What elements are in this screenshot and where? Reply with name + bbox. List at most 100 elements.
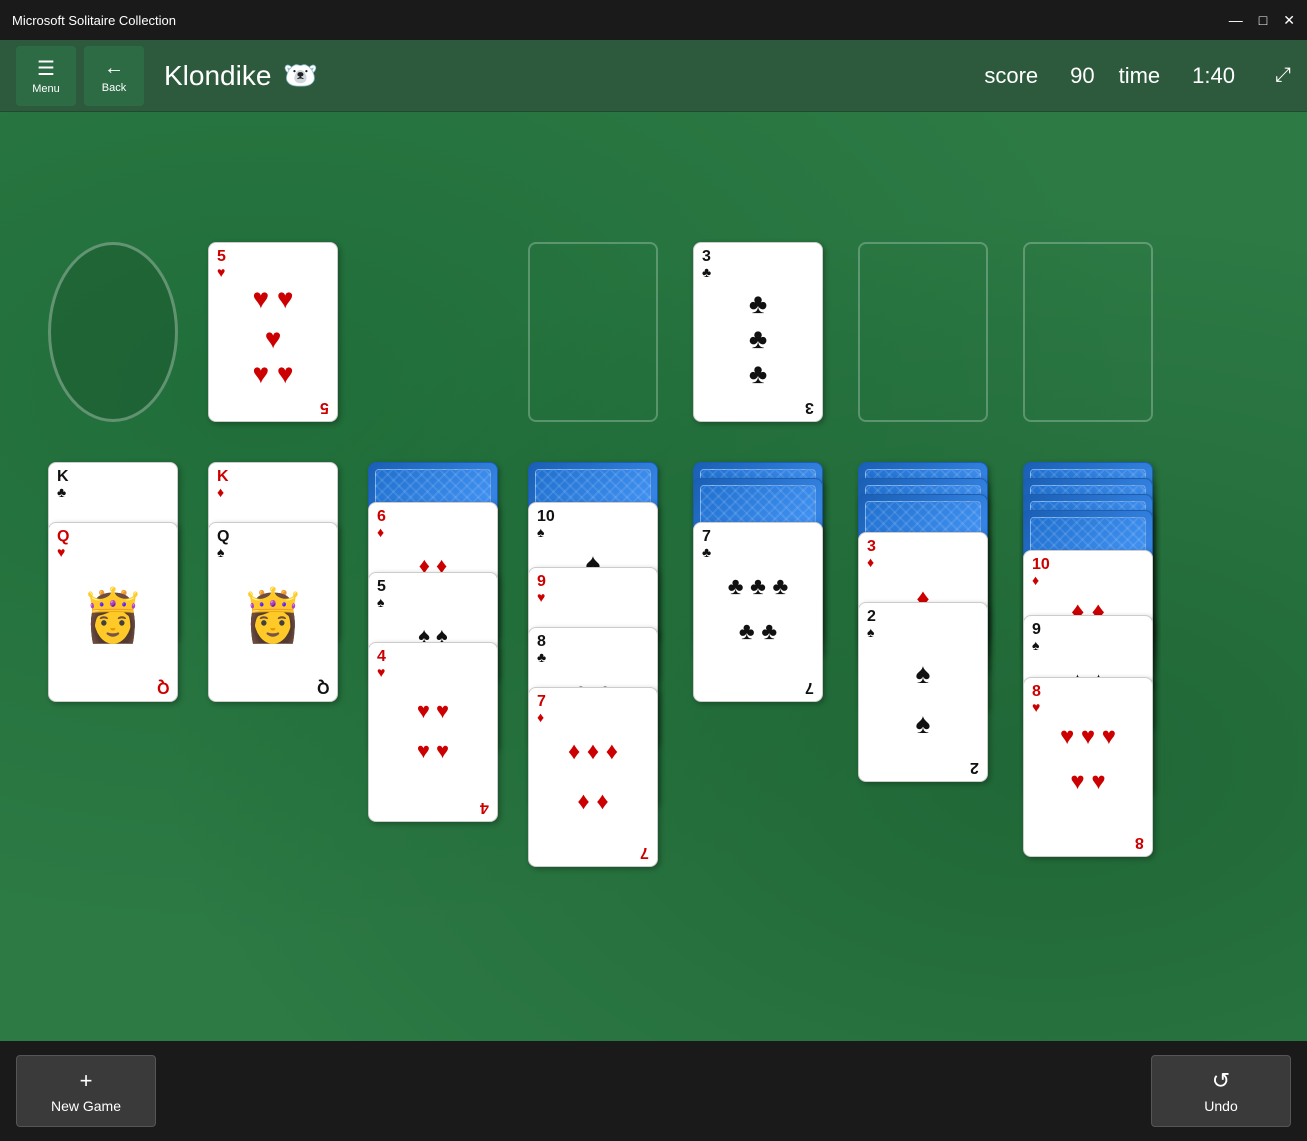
card-suit: ♠ xyxy=(377,595,384,609)
new-game-button[interactable]: + New Game xyxy=(16,1055,156,1127)
card-rank-bottom: 8 xyxy=(1135,834,1144,850)
new-game-icon: + xyxy=(80,1068,93,1094)
card-pips2: ♣ xyxy=(694,323,822,355)
card-suit: ♠ xyxy=(217,545,224,559)
tableau-col1-queen-hearts[interactable]: Q ♥ 👸 Q xyxy=(48,522,178,702)
card-suit: ♦ xyxy=(377,525,384,539)
card-suit: ♥ xyxy=(537,590,545,604)
card-pips: ♥ ♥ xyxy=(369,698,497,724)
close-button[interactable]: ✕ xyxy=(1283,12,1295,29)
undo-icon: ↺ xyxy=(1212,1068,1230,1094)
card-rank: K xyxy=(217,469,229,485)
card-pips: ♥ ♥ xyxy=(209,283,337,315)
card-suit: ♥ xyxy=(217,265,225,279)
foundation-1-empty[interactable] xyxy=(528,242,658,422)
face-figure: 👸 xyxy=(219,559,327,671)
card-rank: K xyxy=(57,469,69,485)
card-rank: 5 xyxy=(217,249,226,265)
fullscreen-button[interactable]: ⤢ xyxy=(1275,64,1291,87)
card-rank: 10 xyxy=(1032,557,1050,573)
card-rank-bottom: 3 xyxy=(805,399,814,415)
menu-icon: ☰ xyxy=(37,56,55,81)
new-game-label: New Game xyxy=(51,1098,121,1114)
card-pips3: ♣ xyxy=(694,358,822,390)
card-pips2: ♥ xyxy=(209,323,337,355)
card-rank: 2 xyxy=(867,609,876,625)
card-rank: 6 xyxy=(377,509,386,525)
card-pips2: ♣ ♣ xyxy=(694,618,822,646)
waste-card[interactable]: 5 ♥ ♥ ♥ ♥ ♥ ♥ 5 xyxy=(208,242,338,422)
game-name: Klondike xyxy=(164,60,271,92)
card-rank: Q xyxy=(57,529,69,545)
card-rank-bottom: 2 xyxy=(970,759,979,775)
card-suit: ♣ xyxy=(702,545,711,559)
score-value: 90 xyxy=(1070,63,1094,89)
card-rank: 8 xyxy=(1032,684,1041,700)
card-rank-bottom: Q xyxy=(317,679,329,695)
card-suit: ♣ xyxy=(702,265,711,279)
card-rank: 9 xyxy=(537,574,546,590)
card-pips2: ♥ ♥ xyxy=(369,738,497,764)
card-rank: 8 xyxy=(537,634,546,650)
tableau-col7-8-hearts[interactable]: 8 ♥ ♥ ♥ ♥ ♥ ♥ 8 xyxy=(1023,677,1153,857)
card-rank-bottom: 5 xyxy=(320,399,329,415)
card-rank: 10 xyxy=(537,509,555,525)
card-rank: 7 xyxy=(702,529,711,545)
card-rank: 3 xyxy=(867,539,876,555)
back-label: Back xyxy=(102,82,126,94)
card-suit: ♠ xyxy=(537,525,544,539)
back-icon: ← xyxy=(104,57,124,80)
card-rank-bottom: Q xyxy=(157,679,169,695)
card-rank: 3 xyxy=(702,249,711,265)
card-rank: 5 xyxy=(377,579,386,595)
tableau-col3-4-hearts[interactable]: 4 ♥ ♥ ♥ ♥ ♥ 4 xyxy=(368,642,498,822)
card-rank-bottom: 7 xyxy=(805,679,814,695)
menu-label: Menu xyxy=(32,83,60,95)
card-pips: ♥ ♥ ♥ xyxy=(1024,723,1152,751)
card-pips: ♣ xyxy=(694,288,822,320)
card-rank: 4 xyxy=(377,649,386,665)
card-suit: ♦ xyxy=(867,555,874,569)
card-pips2: ♦ ♦ xyxy=(529,788,657,816)
undo-button[interactable]: ↺ Undo xyxy=(1151,1055,1291,1127)
foundation-4-empty[interactable] xyxy=(1023,242,1153,422)
card-suit: ♠ xyxy=(1032,638,1039,652)
bear-icon: 🐻‍❄️ xyxy=(283,59,318,92)
stock-pile[interactable] xyxy=(48,242,178,422)
card-suit: ♦ xyxy=(1032,573,1039,587)
game-area: 5 ♥ ♥ ♥ ♥ ♥ ♥ 5 3 ♣ ♣ ♣ ♣ 3 K ♣ 👑 K Q ♥ … xyxy=(0,112,1307,1041)
app-title: Microsoft Solitaire Collection xyxy=(12,13,176,28)
foundation-3-empty[interactable] xyxy=(858,242,988,422)
card-suit: ♥ xyxy=(1032,700,1040,714)
minimize-button[interactable]: — xyxy=(1229,12,1243,29)
time-label: time xyxy=(1119,63,1161,89)
card-pips: ♣ ♣ ♣ xyxy=(694,573,822,601)
back-button[interactable]: ← Back xyxy=(84,46,144,106)
time-value: 1:40 xyxy=(1192,63,1235,89)
titlebar: Microsoft Solitaire Collection — □ ✕ xyxy=(0,0,1307,40)
card-pips3: ♥ ♥ xyxy=(209,358,337,390)
card-pips2: ♠ xyxy=(859,708,987,740)
card-suit: ♠ xyxy=(867,625,874,639)
card-suit: ♥ xyxy=(57,545,65,559)
card-suit: ♥ xyxy=(377,665,385,679)
game-title: Klondike 🐻‍❄️ xyxy=(164,59,984,92)
menu-button[interactable]: ☰ Menu xyxy=(16,46,76,106)
card-suit: ♣ xyxy=(537,650,546,664)
card-rank-bottom: 4 xyxy=(480,799,489,815)
bottombar: + New Game ↺ Undo xyxy=(0,1041,1307,1141)
tableau-col4-7-diamonds[interactable]: 7 ♦ ♦ ♦ ♦ ♦ ♦ 7 xyxy=(528,687,658,867)
card-suit: ♦ xyxy=(537,710,544,724)
card-rank: Q xyxy=(217,529,229,545)
score-label: score xyxy=(984,63,1038,89)
tableau-col5-7-clubs[interactable]: 7 ♣ ♣ ♣ ♣ ♣ ♣ 7 xyxy=(693,522,823,702)
window-controls: — □ ✕ xyxy=(1229,12,1295,29)
maximize-button[interactable]: □ xyxy=(1259,12,1267,29)
card-pips2: ♥ ♥ xyxy=(1024,768,1152,796)
card-pips: ♠ xyxy=(859,658,987,690)
card-suit: ♣ xyxy=(57,485,66,499)
tableau-col2-queen-spades[interactable]: Q ♠ 👸 Q xyxy=(208,522,338,702)
card-rank: 7 xyxy=(537,694,546,710)
tableau-col6-2-spades[interactable]: 2 ♠ ♠ ♠ 2 xyxy=(858,602,988,782)
foundation-2-card[interactable]: 3 ♣ ♣ ♣ ♣ 3 xyxy=(693,242,823,422)
